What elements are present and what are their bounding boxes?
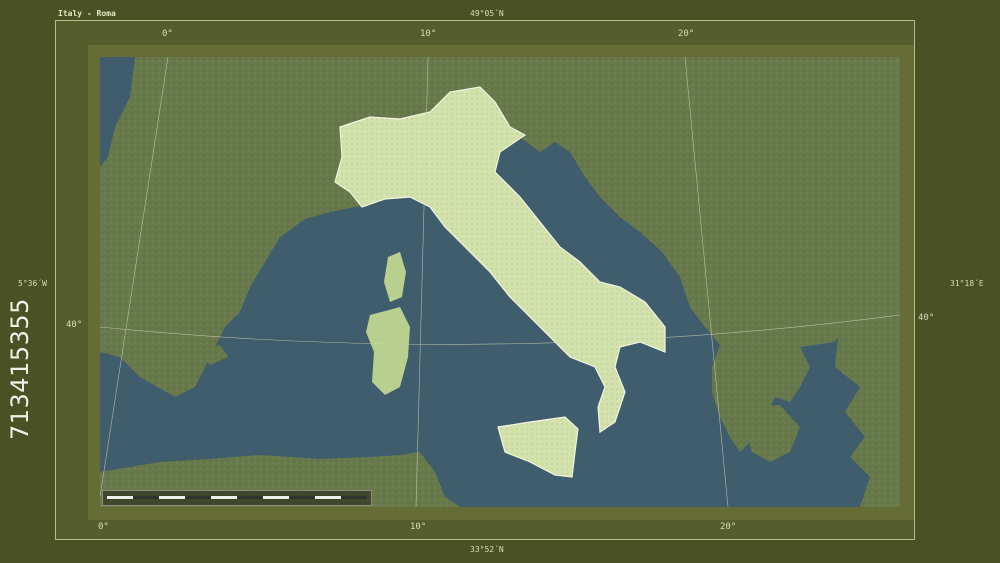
right-lat-40: 40° [918, 313, 935, 323]
top-lon-10: 10° [420, 29, 437, 39]
scale-bar-segments [107, 496, 367, 499]
bottom-lon-0: 0° [98, 522, 109, 532]
top-lon-0: 0° [162, 29, 173, 39]
bottom-lon-20: 20° [720, 522, 737, 532]
stock-id: 713415355 [6, 298, 34, 440]
south-bound-label: 33°52´N [470, 545, 504, 554]
map-canvas [100, 57, 900, 507]
map-area[interactable] [100, 57, 900, 507]
scale-bar [102, 490, 372, 506]
map-title: Italy - Roma [58, 9, 116, 18]
north-bound-label: 49°05´N [470, 9, 504, 18]
left-lat-40: 40° [66, 320, 83, 330]
top-lon-20: 20° [678, 29, 695, 39]
bottom-lon-10: 10° [410, 522, 427, 532]
west-bound-label: 5°36´W [18, 279, 47, 288]
east-bound-label: 31°18´E [950, 279, 984, 288]
